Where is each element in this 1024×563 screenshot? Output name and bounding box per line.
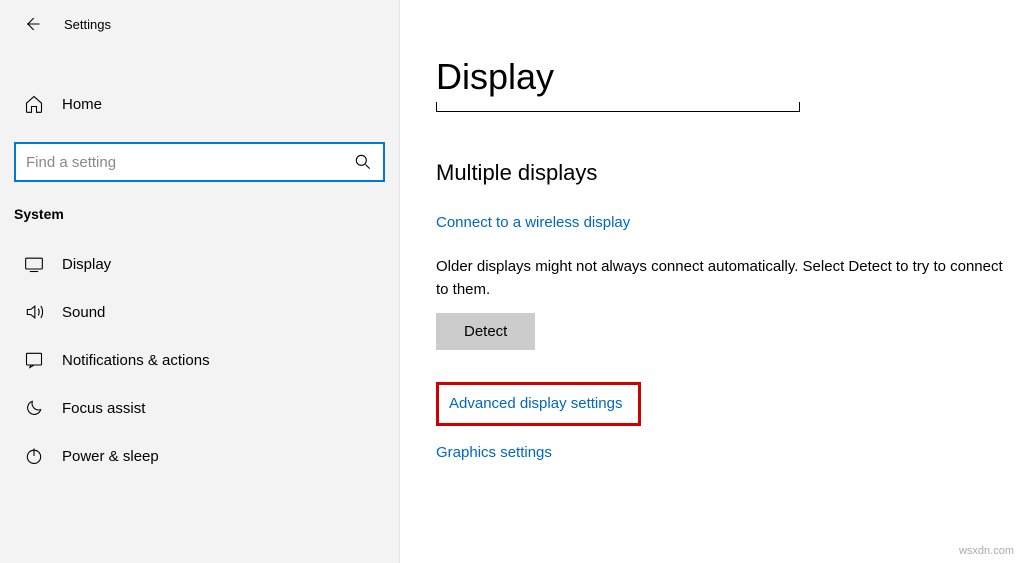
highlight-box: Advanced display settings [436,382,641,426]
sidebar-item-label: Power & sleep [62,448,159,465]
notification-icon [24,350,44,370]
wireless-display-link[interactable]: Connect to a wireless display [436,214,630,231]
display-icon [24,254,44,274]
search-placeholder: Find a setting [26,154,353,171]
sidebar-item-label: Notifications & actions [62,352,210,369]
search-icon [353,152,373,172]
category-label: System [0,206,399,240]
sound-icon [24,302,44,322]
back-button[interactable] [20,12,44,36]
nav-home-label: Home [62,96,102,113]
back-arrow-icon [22,14,42,34]
sidebar: Settings Home Find a setting System Disp… [0,0,400,563]
title-underline [436,102,800,112]
detect-button[interactable]: Detect [436,313,535,350]
content-area: Display Multiple displays Connect to a w… [400,0,1024,563]
page-title: Display [436,56,1024,98]
sidebar-item-label: Display [62,256,111,273]
graphics-settings-link[interactable]: Graphics settings [436,444,552,461]
section-heading: Multiple displays [436,160,1024,186]
sidebar-item-label: Sound [62,304,105,321]
sidebar-item-display[interactable]: Display [0,240,399,288]
advanced-display-link[interactable]: Advanced display settings [449,395,622,412]
search-input[interactable]: Find a setting [14,142,385,182]
sidebar-item-power-sleep[interactable]: Power & sleep [0,432,399,480]
sidebar-item-focus-assist[interactable]: Focus assist [0,384,399,432]
sidebar-item-sound[interactable]: Sound [0,288,399,336]
moon-icon [24,398,44,418]
power-icon [24,446,44,466]
home-icon [24,94,44,114]
sidebar-item-notifications[interactable]: Notifications & actions [0,336,399,384]
nav-home[interactable]: Home [0,82,399,126]
older-displays-text: Older displays might not always connect … [436,256,1006,301]
header-row: Settings [0,8,399,52]
sidebar-item-label: Focus assist [62,400,145,417]
watermark: wsxdn.com [959,545,1014,557]
window-title: Settings [64,17,111,32]
